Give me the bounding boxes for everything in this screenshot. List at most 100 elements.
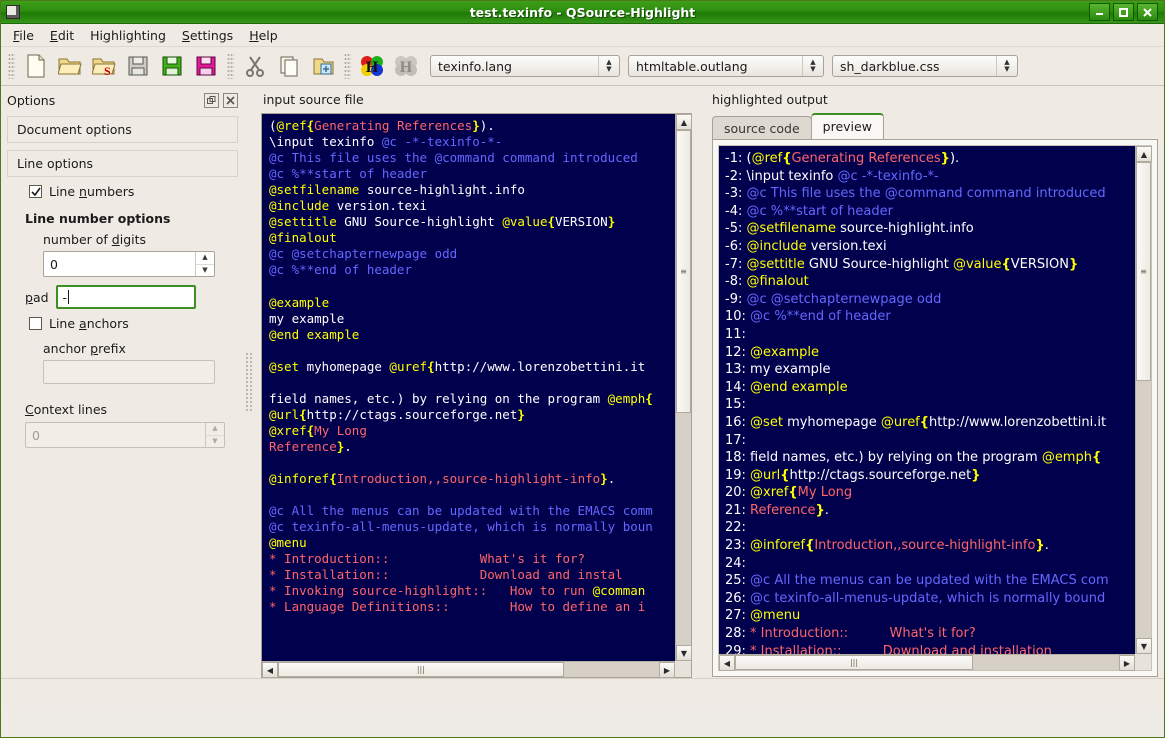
style-combo[interactable]: sh_darkblue.css ▲ ▼ <box>832 55 1018 77</box>
new-file-button[interactable] <box>20 50 52 82</box>
checkmark-icon <box>30 187 41 196</box>
spinner-arrows[interactable]: ▲ ▼ <box>195 252 214 276</box>
scroll-up-button[interactable]: ▲ <box>676 114 692 130</box>
code-token: VERSION <box>555 214 608 230</box>
maximize-button[interactable] <box>1113 3 1134 21</box>
scroll-down-button[interactable]: ▼ <box>1136 638 1152 654</box>
preview-horizontal-scrollbar[interactable]: ◀ ||| ▶ <box>719 654 1135 671</box>
scroll-thumb[interactable]: ||| <box>735 655 974 670</box>
code-token: version.texi <box>806 238 887 254</box>
source-vertical-scrollbar[interactable]: ▲ ≡ ▼ <box>675 114 692 661</box>
code-token: @c This file uses the @command command i… <box>269 150 646 166</box>
scroll-thumb[interactable]: ≡ <box>1136 162 1151 381</box>
preview-line-number: 17: <box>725 432 746 448</box>
code-token: { <box>805 538 815 554</box>
output-language-combo[interactable]: htmltable.outlang ▲ ▼ <box>628 55 824 77</box>
code-token: myhomepage <box>782 414 881 430</box>
language-combo[interactable]: texinfo.lang ▲ ▼ <box>430 55 620 77</box>
scroll-right-button[interactable]: ▶ <box>659 662 675 678</box>
highlighted-output-panel: highlighted output source code preview -… <box>704 86 1164 678</box>
chevron-updown-icon: ▲ ▼ <box>802 56 823 76</box>
chevron-updown-icon: ▲ ▼ <box>598 56 619 76</box>
code-token: @include <box>742 238 807 254</box>
scroll-track[interactable]: ||| <box>735 655 1119 670</box>
line-numbers-checkbox[interactable] <box>29 185 42 198</box>
menu-bar: File Edit Highlighting Settings Help <box>1 24 1164 47</box>
code-token: @ref <box>276 118 307 133</box>
context-lines-spinner: 0 ▲ ▼ <box>25 422 225 448</box>
scroll-down-button[interactable]: ▼ <box>676 645 692 661</box>
scroll-right-button[interactable]: ▶ <box>1119 655 1135 671</box>
document-options-button[interactable]: Document options <box>7 116 238 143</box>
spin-up-icon: ▲ <box>196 252 214 265</box>
code-token: source-highlight.info <box>359 182 525 198</box>
save-button[interactable] <box>122 50 154 82</box>
float-dock-button[interactable] <box>204 92 219 108</box>
code-token: @c All the menus can be updated with the… <box>745 573 1109 589</box>
menu-edit[interactable]: Edit <box>42 26 82 45</box>
paste-button[interactable] <box>307 50 339 82</box>
line-numbers-row[interactable]: Line numbers <box>29 184 238 199</box>
save-as-button[interactable] <box>190 50 222 82</box>
scroll-track[interactable]: ≡ <box>676 130 691 645</box>
code-token: ( <box>269 118 277 133</box>
spinner-arrows: ▲ ▼ <box>205 423 224 447</box>
line-options-button[interactable]: Line options <box>7 150 238 177</box>
scroll-track[interactable]: ||| <box>278 662 659 677</box>
scroll-thumb[interactable]: ||| <box>278 662 564 677</box>
cut-button[interactable] <box>239 50 271 82</box>
close-button[interactable] <box>1137 3 1158 21</box>
new-file-icon <box>25 54 47 78</box>
output-language-combo-value: htmltable.outlang <box>636 58 748 74</box>
code-token: { <box>919 414 930 430</box>
code-token: @settitle <box>742 256 805 272</box>
preview-line-number: 21: <box>725 502 746 518</box>
toolbar-grip[interactable] <box>8 53 15 79</box>
number-of-digits-spinner[interactable]: 0 ▲ ▼ <box>43 251 215 277</box>
close-dock-button[interactable] <box>223 92 238 108</box>
dock-splitter[interactable] <box>245 352 254 412</box>
code-token: . <box>824 502 829 518</box>
scroll-left-button[interactable]: ◀ <box>719 655 735 671</box>
preview-text[interactable]: -1: (@ref {Generating References}). -2: \… <box>719 146 1135 654</box>
preview-line-number: 23: <box>725 538 746 554</box>
preview-line-number: 12: <box>725 344 746 360</box>
copy-button[interactable] <box>273 50 305 82</box>
menu-help[interactable]: Help <box>241 26 286 45</box>
tab-source-code[interactable]: source code <box>712 116 812 141</box>
code-token: @finalout <box>269 230 337 246</box>
preview-line-number: 19: <box>725 467 746 483</box>
scroll-left-button[interactable]: ◀ <box>262 662 278 678</box>
scroll-thumb[interactable]: ≡ <box>676 130 691 414</box>
source-horizontal-scrollbar[interactable]: ◀ ||| ▶ <box>262 661 675 678</box>
tab-preview[interactable]: preview <box>810 113 884 139</box>
minimize-button[interactable] <box>1089 3 1110 21</box>
pad-input[interactable]: - <box>55 285 196 309</box>
open-file-button[interactable] <box>54 50 86 82</box>
source-editor[interactable]: (@ref {Generating References}). \input te… <box>261 113 692 678</box>
save-magenta-icon <box>195 55 217 77</box>
menu-highlighting[interactable]: Highlighting <box>82 26 174 45</box>
save-output-button[interactable] <box>156 50 188 82</box>
close-icon <box>226 95 235 105</box>
open-source-button[interactable]: S <box>88 50 120 82</box>
code-token: my example <box>269 310 345 326</box>
source-editor-text[interactable]: (@ref {Generating References}). \input te… <box>262 114 675 661</box>
menu-settings[interactable]: Settings <box>174 26 241 45</box>
scroll-up-button[interactable]: ▲ <box>1136 146 1152 162</box>
preview-view[interactable]: -1: (@ref {Generating References}). -2: \… <box>718 145 1152 671</box>
preview-line-number: -4: <box>725 203 743 219</box>
line-anchors-checkbox[interactable] <box>29 317 42 330</box>
highlight-icon: H <box>360 55 384 77</box>
anchor-prefix-input[interactable] <box>43 360 215 384</box>
preview-vertical-scrollbar[interactable]: ▲ ≡ ▼ <box>1135 146 1152 654</box>
toolbar-separator-2 <box>344 53 351 79</box>
code-token: Introduction,,source-highlight-info <box>336 471 601 487</box>
open-source-folder-icon: S <box>92 55 116 77</box>
menu-file[interactable]: File <box>5 26 42 45</box>
preview-line-number: -9: <box>725 291 743 307</box>
scroll-track[interactable]: ≡ <box>1136 162 1151 638</box>
highlight-button[interactable]: H <box>356 50 388 82</box>
spin-down-icon: ▼ <box>212 436 218 445</box>
line-anchors-row[interactable]: Line anchors <box>29 316 238 331</box>
